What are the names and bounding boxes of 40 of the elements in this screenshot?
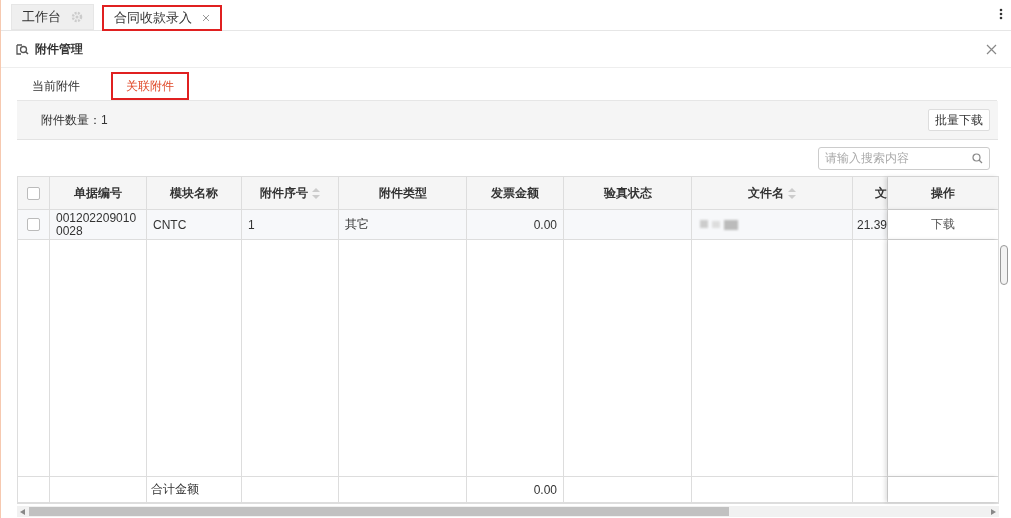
column-header: 验真状态 (603, 184, 652, 202)
horizontal-scrollbar[interactable] (17, 506, 999, 517)
column-header: 附件序号 (260, 184, 308, 202)
gear-icon[interactable] (71, 11, 83, 23)
tab[interactable]: 当前附件 (17, 72, 95, 100)
sort-icon[interactable] (788, 187, 796, 199)
table-cell-text: 0012022090100028 (56, 211, 138, 238)
vertical-scrollbar[interactable] (1000, 245, 1008, 285)
table-cell: 21.39 (857, 217, 887, 232)
more-icon[interactable] (999, 8, 1003, 20)
panel-title: 附件管理 (35, 40, 83, 58)
table-cell: CNTC (153, 217, 187, 232)
search-document-icon (15, 42, 29, 56)
total-amount: 0.00 (533, 482, 557, 497)
scroll-right-icon[interactable] (991, 508, 996, 515)
table-cell: 0.00 (533, 217, 557, 232)
column-header: 模块名称 (170, 184, 218, 202)
search-icon[interactable] (972, 152, 983, 164)
close-icon[interactable] (202, 14, 210, 22)
sort-icon[interactable] (312, 187, 320, 199)
batch-download-button[interactable]: 批量下载 (928, 109, 990, 131)
column-header: 附件类型 (378, 184, 427, 202)
attachment-count: 附件数量：1 (41, 111, 108, 129)
column-header: 发票金额 (491, 184, 539, 202)
column-header: 文件名 (748, 184, 784, 202)
total-label: 合计金额 (151, 481, 199, 498)
column-header: 操作 (931, 184, 955, 202)
checkbox[interactable] (27, 218, 40, 231)
tab[interactable]: 工作台 (11, 4, 94, 30)
checkbox[interactable] (27, 186, 40, 200)
table-cell: 其它 (345, 216, 369, 233)
scroll-left-icon[interactable] (20, 508, 25, 515)
tab[interactable]: 关联附件 (111, 72, 189, 100)
download-link[interactable]: 下载 (931, 216, 955, 233)
tab[interactable]: 合同收款录入 (102, 5, 222, 31)
column-header: 单据编号 (74, 184, 122, 202)
column-header: 文 (875, 184, 887, 202)
search-field[interactable]: 请输入搜索内容 (818, 146, 990, 170)
table-cell: 1 (248, 217, 255, 232)
close-icon[interactable] (986, 43, 997, 55)
